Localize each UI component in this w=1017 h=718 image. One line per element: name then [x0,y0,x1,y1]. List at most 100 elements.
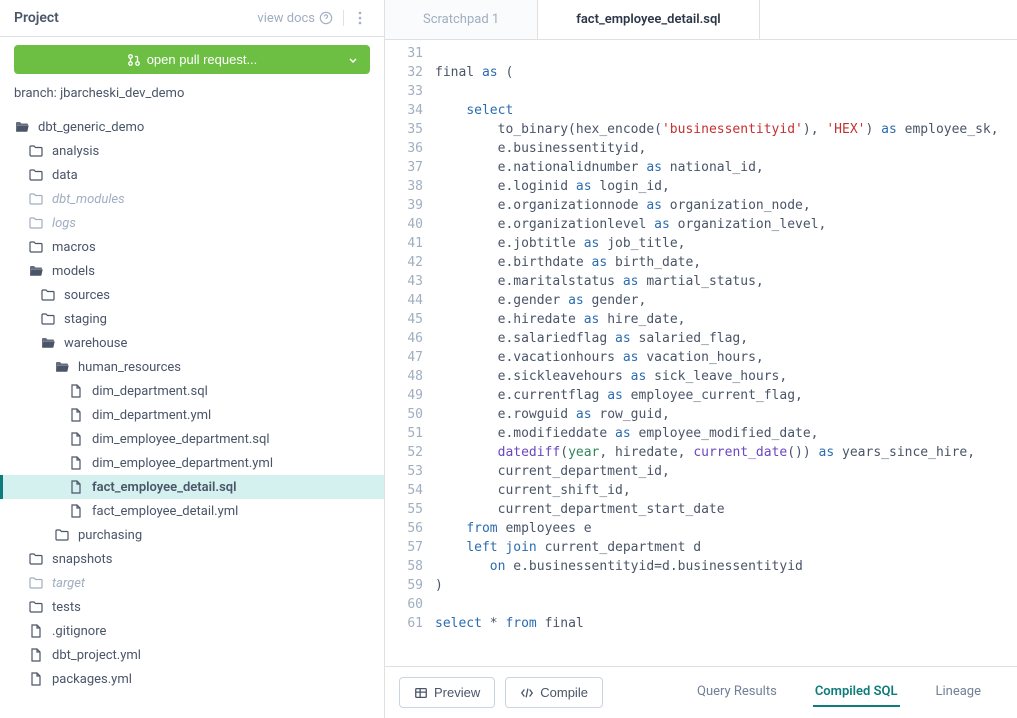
line-number: 48 [385,367,423,386]
folder-snapshots[interactable]: snapshots [0,547,384,571]
branch-name: jbarcheski_dev_demo [60,86,184,101]
folder-dbt-modules[interactable]: dbt_modules [0,187,384,211]
folder-icon [40,287,56,303]
file-icon [68,503,84,519]
tree-item-label: logs [52,216,76,231]
code-line: e.sickleavehours as sick_leave_hours, [435,367,1017,386]
file-dim-department-sql[interactable]: dim_department.sql [0,379,384,403]
tree-item-label: dbt_project.yml [52,648,141,663]
line-number: 41 [385,234,423,253]
folder-analysis[interactable]: analysis [0,139,384,163]
line-number: 56 [385,519,423,538]
code-line: e.nationalidnumber as national_id, [435,158,1017,177]
folder-icon [28,167,44,183]
preview-button[interactable]: Preview [399,677,495,708]
folder-macros[interactable]: macros [0,235,384,259]
folder-target[interactable]: target [0,571,384,595]
file--gitignore[interactable]: .gitignore [0,619,384,643]
editor-tab[interactable]: Scratchpad 1 [385,0,538,39]
file-dim-employee-department-yml[interactable]: dim_employee_department.yml [0,451,384,475]
code-line: ) [435,576,1017,595]
line-number: 37 [385,158,423,177]
folder-warehouse[interactable]: warehouse [0,331,384,355]
tree-item-label: dim_department.yml [92,408,211,423]
folder-open-icon [40,335,56,351]
line-number: 49 [385,386,423,405]
view-docs-link[interactable]: view docs [257,11,333,26]
tree-item-label: fact_employee_detail.sql [92,480,236,495]
sidebar: Project view docs open pull request... b… [0,0,385,718]
line-number: 43 [385,272,423,291]
line-number: 39 [385,196,423,215]
file-fact-employee-detail-yml[interactable]: fact_employee_detail.yml [0,499,384,523]
folder-dbt-generic-demo[interactable]: dbt_generic_demo [0,115,384,139]
folder-data[interactable]: data [0,163,384,187]
folder-open-icon [28,263,44,279]
tree-item-label: target [52,576,85,591]
preview-label: Preview [434,685,480,700]
code-line: datediff(year, hiredate, current_date())… [435,443,1017,462]
folder-tests[interactable]: tests [0,595,384,619]
file-dbt-project-yml[interactable]: dbt_project.yml [0,643,384,667]
folder-logs[interactable]: logs [0,211,384,235]
results-tab[interactable]: Lineage [934,678,984,707]
results-tab[interactable]: Compiled SQL [813,678,900,707]
tree-item-label: snapshots [52,552,113,567]
file-fact-employee-detail-sql[interactable]: fact_employee_detail.sql [0,475,384,499]
code-line [435,595,1017,614]
folder-purchasing[interactable]: purchasing [0,523,384,547]
code-line: current_department_id, [435,462,1017,481]
tree-item-label: dim_department.sql [92,384,208,399]
sidebar-menu-button[interactable] [343,10,370,26]
code-line: current_shift_id, [435,481,1017,500]
line-number: 33 [385,82,423,101]
folder-sources[interactable]: sources [0,283,384,307]
folder-models[interactable]: models [0,259,384,283]
tree-item-label: packages.yml [52,672,132,687]
file-icon [68,407,84,423]
editor-tab[interactable]: fact_employee_detail.sql [538,0,759,39]
line-number: 52 [385,443,423,462]
line-number: 40 [385,215,423,234]
line-number: 34 [385,101,423,120]
file-icon [28,671,44,687]
code-line: on e.businessentityid=d.businessentityid [435,557,1017,576]
tree-item-label: data [52,168,78,183]
branch-indicator[interactable]: branch: jbarcheski_dev_demo [0,82,384,111]
tree-item-label: dbt_generic_demo [38,120,144,135]
line-number: 38 [385,177,423,196]
file-icon [68,383,84,399]
line-number: 55 [385,500,423,519]
line-number: 36 [385,139,423,158]
tree-item-label: analysis [52,144,99,159]
file-packages-yml[interactable]: packages.yml [0,667,384,691]
results-tab[interactable]: Query Results [695,678,779,707]
folder-icon [28,143,44,159]
compile-label: Compile [540,685,588,700]
line-number: 42 [385,253,423,272]
project-title: Project [14,10,59,26]
folder-staging[interactable]: staging [0,307,384,331]
folder-open-icon [54,359,70,375]
code-line: e.organizationnode as organization_node, [435,196,1017,215]
file-dim-employee-department-sql[interactable]: dim_employee_department.sql [0,427,384,451]
file-icon [28,623,44,639]
file-dim-department-yml[interactable]: dim_department.yml [0,403,384,427]
file-tree: dbt_generic_demo analysis data dbt_modulesl… [0,111,384,718]
code-line: e.organizationlevel as organization_leve… [435,215,1017,234]
pr-button-label: open pull request... [147,52,258,67]
code-line: e.businessentityid, [435,139,1017,158]
tree-item-label: macros [52,240,96,255]
editor-tabs: Scratchpad 1fact_employee_detail.sql [385,0,1017,40]
code-line: to_binary(hex_encode('businessentityid')… [435,120,1017,139]
tree-item-label: dbt_modules [52,192,125,207]
compile-button[interactable]: Compile [505,677,603,708]
open-pull-request-button[interactable]: open pull request... [14,45,370,74]
code-content[interactable]: final as ( select to_binary(hex_encode('… [435,44,1017,666]
tree-item-label: tests [52,600,81,615]
folder-icon [54,527,70,543]
line-number: 32 [385,63,423,82]
editor-footer: Preview Compile Query Results Compiled SQ… [385,666,1017,718]
folder-human-resources[interactable]: human_resources [0,355,384,379]
code-editor[interactable]: 3132333435363738394041424344454647484950… [385,40,1017,666]
